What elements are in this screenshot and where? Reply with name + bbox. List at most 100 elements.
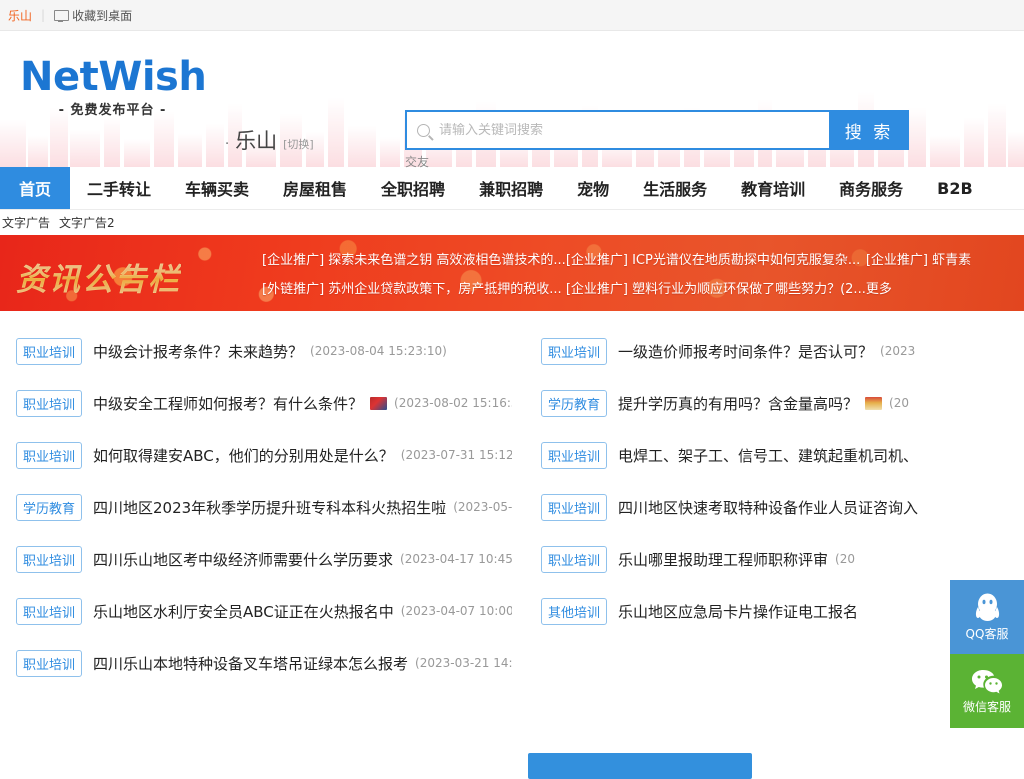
notice-item[interactable]: [企业推广] 虾青素: [866, 249, 1024, 268]
monitor-icon: [54, 9, 70, 22]
notice-banner: 资讯公告栏 [企业推广] 探索未来色谱之钥 高效液相色谱技术的... [外链推广…: [0, 235, 1024, 311]
nav-item-parttime-jobs[interactable]: 兼职招聘: [462, 167, 560, 209]
add-to-desktop-label: 收藏到桌面: [72, 8, 133, 23]
list-item[interactable]: 学历教育 四川地区2023年秋季学历提升班专科本科火热招生啦 (2023-05-…: [0, 481, 512, 533]
list-item-content: 乐山地区水利厅安全员ABC证正在火热报名中 (2023-04-07 10:00:…: [93, 601, 512, 622]
list-item-time: (2023-05-26 09:56:57): [453, 500, 512, 514]
list-item-content: 四川乐山本地特种设备叉车塔吊证绿本怎么报考 (2023-03-21 14:06:…: [93, 653, 512, 674]
city-selector[interactable]: · 乐山 [切换]: [225, 125, 314, 155]
switch-city-link[interactable]: [切换]: [283, 136, 314, 152]
list-item[interactable]: 职业培训 乐山哪里报助理工程师职称评审 (20: [525, 533, 1024, 585]
notice-column-3: [企业推广] 虾青素 更多: [866, 249, 1024, 297]
list-item-tag[interactable]: 职业培训: [541, 493, 607, 521]
nav-item-pets[interactable]: 宠物: [560, 167, 626, 209]
site-header: NetWish - 免费发布平台 - · 乐山 [切换] 搜 索: [0, 31, 1024, 167]
nav-item-education[interactable]: 教育培训: [724, 167, 822, 209]
list-item-content: 提升学历真的有用吗？含金量高吗？ (20: [618, 393, 909, 414]
list-item[interactable]: 学历教育 提升学历真的有用吗？含金量高吗？ (20: [525, 377, 1024, 429]
text-ad-2[interactable]: 文字广告2: [59, 214, 115, 231]
list-item[interactable]: 职业培训 中级安全工程师如何报考？有什么条件？ (2023-08-02 15:1…: [0, 377, 512, 429]
list-item[interactable]: 职业培训 中级会计报考条件？未来趋势？ (2023-08-04 15:23:10…: [0, 325, 512, 377]
list-item-tag[interactable]: 学历教育: [541, 389, 607, 417]
list-item-tag[interactable]: 职业培训: [16, 597, 82, 625]
list-item[interactable]: 职业培训 四川乐山本地特种设备叉车塔吊证绿本怎么报考 (2023-03-21 1…: [0, 637, 512, 689]
list-item-tag[interactable]: 职业培训: [16, 441, 82, 469]
list-item-tag[interactable]: 职业培训: [16, 649, 82, 677]
list-item-tag[interactable]: 职业培训: [541, 441, 607, 469]
list-item-time: (2023-03-21 14:06:48): [415, 656, 512, 670]
text-ad-1[interactable]: 文字广告: [2, 214, 50, 231]
nav-item-home[interactable]: 首页: [0, 167, 70, 209]
notice-item[interactable]: [企业推广] 探索未来色谱之钥 高效液相色谱技术的...: [262, 249, 566, 268]
list-item-title[interactable]: 一级造价师报考时间条件？是否认可？: [618, 341, 873, 362]
list-item-tag[interactable]: 其他培训: [541, 597, 607, 625]
list-item-content: 如何取得建安ABC，他们的分别用处是什么？ (2023-07-31 15:12:…: [93, 445, 512, 466]
list-item-thumbnail-icon: [865, 396, 883, 410]
qq-penguin-icon: [974, 593, 1001, 623]
list-item-content: 中级会计报考条件？未来趋势？ (2023-08-04 15:23:10): [93, 341, 447, 362]
search-icon: [417, 123, 430, 137]
list-item-tag[interactable]: 职业培训: [16, 337, 82, 365]
list-item-title[interactable]: 四川乐山本地特种设备叉车塔吊证绿本怎么报考: [93, 653, 408, 674]
nav-item-housing[interactable]: 房屋租售: [266, 167, 364, 209]
nav-item-life-services[interactable]: 生活服务: [626, 167, 724, 209]
logo-name: NetWish: [20, 54, 207, 100]
topbar-city-link[interactable]: 乐山: [8, 7, 32, 24]
list-item-title[interactable]: 乐山地区应急局卡片操作证电工报名: [618, 601, 858, 622]
nav-item-vehicles[interactable]: 车辆买卖: [168, 167, 266, 209]
notice-item[interactable]: [外链推广] 苏州企业贷款政策下，房产抵押的税收...: [262, 278, 566, 297]
nav-item-secondhand[interactable]: 二手转让: [70, 167, 168, 209]
list-item-tag[interactable]: 职业培训: [541, 337, 607, 365]
nav-extra-link-friends[interactable]: 交友: [405, 153, 429, 170]
list-item-tag[interactable]: 职业培训: [541, 545, 607, 573]
list-item-tag[interactable]: 职业培训: [16, 545, 82, 573]
list-item-title[interactable]: 提升学历真的有用吗？含金量高吗？: [618, 393, 858, 414]
notice-banner-title: 资讯公告栏: [16, 254, 181, 299]
notice-column-1: [企业推广] 探索未来色谱之钥 高效液相色谱技术的... [外链推广] 苏州企业…: [262, 249, 566, 297]
notice-item[interactable]: [企业推广] ICP光谱仪在地质勘探中如何克服复杂...: [566, 249, 866, 268]
list-item[interactable]: 职业培训 一级造价师报考时间条件？是否认可？ (2023: [525, 325, 1024, 377]
qq-customer-service-label: QQ客服: [965, 626, 1009, 641]
nav-item-fulltime-jobs[interactable]: 全职招聘: [364, 167, 462, 209]
list-item-time: (2023-07-31 15:12:08): [400, 448, 512, 462]
list-item-tag[interactable]: 学历教育: [16, 493, 82, 521]
list-item-title[interactable]: 中级会计报考条件？未来趋势？: [93, 341, 303, 362]
current-city-name: 乐山: [235, 129, 278, 153]
site-logo[interactable]: NetWish - 免费发布平台 -: [20, 54, 207, 118]
list-item[interactable]: 职业培训 乐山地区水利厅安全员ABC证正在火热报名中 (2023-04-07 1…: [0, 585, 512, 637]
list-item-title[interactable]: 四川地区2023年秋季学历提升班专科本科火热招生啦: [93, 497, 446, 518]
list-item-time: (20: [835, 552, 855, 566]
list-item-content: 四川地区快速考取特种设备作业人员证咨询入: [618, 497, 925, 518]
search-input-wrapper[interactable]: [405, 110, 829, 150]
list-item-title[interactable]: 乐山地区水利厅安全员ABC证正在火热报名中: [93, 601, 394, 622]
list-item-content: 四川乐山地区考中级经济师需要什么学历要求 (2023-04-17 10:45:2…: [93, 549, 512, 570]
list-item-title[interactable]: 电焊工、架子工、信号工、建筑起重机司机、: [618, 445, 918, 466]
qq-customer-service-button[interactable]: QQ客服: [950, 580, 1024, 654]
bottom-action-button[interactable]: [528, 753, 752, 779]
notice-more-link[interactable]: 更多: [866, 278, 1024, 297]
floating-customer-service: QQ客服 微信客服: [950, 580, 1024, 728]
city-bullet-icon: ·: [225, 137, 230, 152]
list-item-time: (2023-04-07 10:00:46): [400, 604, 512, 618]
topbar-separator: |: [41, 8, 46, 22]
list-item-title[interactable]: 乐山哪里报助理工程师职称评审: [618, 549, 828, 570]
list-item[interactable]: 职业培训 如何取得建安ABC，他们的分别用处是什么？ (2023-07-31 1…: [0, 429, 512, 481]
list-item[interactable]: 职业培训 四川乐山地区考中级经济师需要什么学历要求 (2023-04-17 10…: [0, 533, 512, 585]
list-item-tag[interactable]: 职业培训: [16, 389, 82, 417]
list-item-content: 四川地区2023年秋季学历提升班专科本科火热招生啦 (2023-05-26 09…: [93, 497, 512, 518]
list-item-title[interactable]: 四川地区快速考取特种设备作业人员证咨询入: [618, 497, 918, 518]
top-bar: 乐山 | 收藏到桌面: [0, 0, 1024, 31]
nav-item-business-services[interactable]: 商务服务: [822, 167, 920, 209]
search-input[interactable]: [439, 122, 819, 138]
nav-item-b2b[interactable]: B2B: [920, 167, 990, 209]
add-to-desktop-link[interactable]: 收藏到桌面: [54, 7, 132, 24]
list-item[interactable]: 职业培训 电焊工、架子工、信号工、建筑起重机司机、: [525, 429, 1024, 481]
notice-item[interactable]: [企业推广] 塑料行业为顺应环保做了哪些努力？(2...: [566, 278, 866, 297]
logo-slogan: - 免费发布平台 -: [58, 103, 167, 118]
wechat-customer-service-button[interactable]: 微信客服: [950, 654, 1024, 728]
list-item-title[interactable]: 如何取得建安ABC，他们的分别用处是什么？: [93, 445, 394, 466]
list-item[interactable]: 职业培训 四川地区快速考取特种设备作业人员证咨询入: [525, 481, 1024, 533]
list-item-title[interactable]: 中级安全工程师如何报考？有什么条件？: [93, 393, 363, 414]
list-item-title[interactable]: 四川乐山地区考中级经济师需要什么学历要求: [93, 549, 393, 570]
search-button[interactable]: 搜 索: [829, 110, 909, 150]
